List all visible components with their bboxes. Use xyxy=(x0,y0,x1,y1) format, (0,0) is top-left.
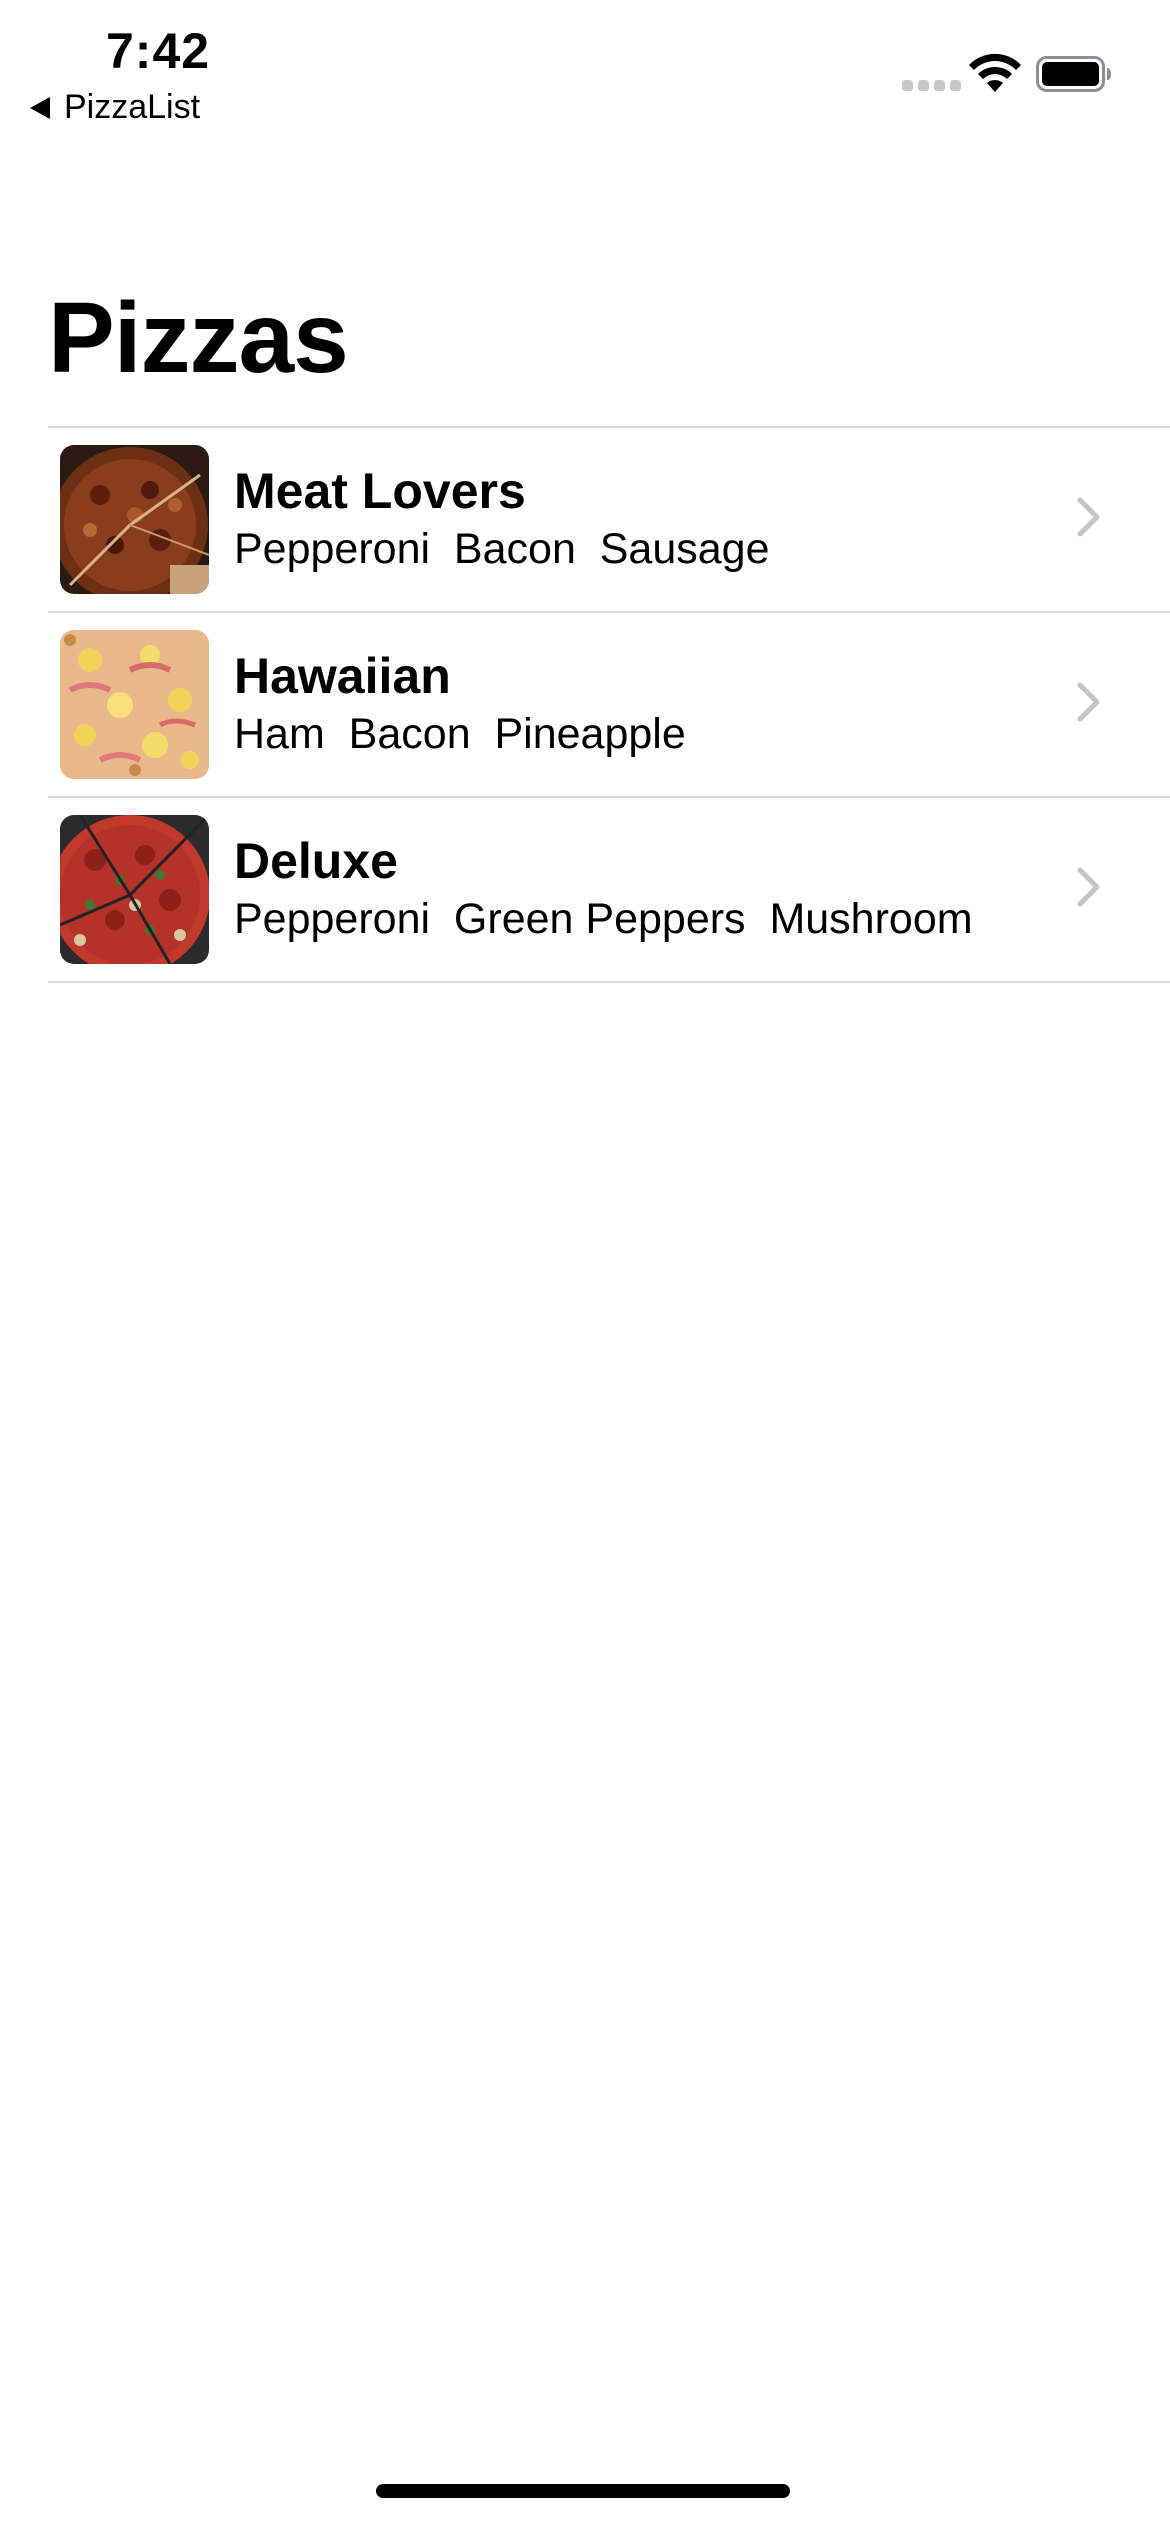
pizza-name: Meat Lovers xyxy=(234,463,526,519)
back-arrow-icon xyxy=(30,96,50,119)
battery-icon xyxy=(1036,56,1111,92)
cellular-signal-icon xyxy=(902,80,961,91)
pizza-list: Meat Lovers Pepperoni Bacon Sausage Hawa… xyxy=(48,426,1170,983)
status-time: 7:42 xyxy=(106,23,211,79)
status-bar: 7:42 PizzaList xyxy=(0,0,1170,140)
pizza-toppings: Ham Bacon Pineapple xyxy=(234,710,686,758)
deluxe-pizza-photo xyxy=(60,815,209,964)
chevron-right-icon xyxy=(1077,497,1100,537)
list-item-meat-lovers[interactable]: Meat Lovers Pepperoni Bacon Sausage xyxy=(48,428,1170,613)
page-title: Pizzas xyxy=(48,282,349,394)
pizza-name: Deluxe xyxy=(234,833,398,889)
hawaiian-pizza-photo xyxy=(60,630,209,779)
chevron-right-icon xyxy=(1077,867,1100,907)
chevron-right-icon xyxy=(1077,682,1100,722)
back-label: PizzaList xyxy=(64,88,201,126)
wifi-icon xyxy=(969,53,1021,92)
meat-lovers-pizza-photo xyxy=(60,445,209,594)
pizza-toppings: Pepperoni Bacon Sausage xyxy=(234,525,770,573)
list-item-hawaiian[interactable]: Hawaiian Ham Bacon Pineapple xyxy=(48,613,1170,798)
pizza-name: Hawaiian xyxy=(234,648,451,704)
list-item-deluxe[interactable]: Deluxe Pepperoni Green Peppers Mushroom xyxy=(48,798,1170,983)
back-to-app-button[interactable]: PizzaList xyxy=(30,88,200,127)
home-indicator[interactable] xyxy=(376,2484,790,2498)
pizza-toppings: Pepperoni Green Peppers Mushroom xyxy=(234,895,973,943)
